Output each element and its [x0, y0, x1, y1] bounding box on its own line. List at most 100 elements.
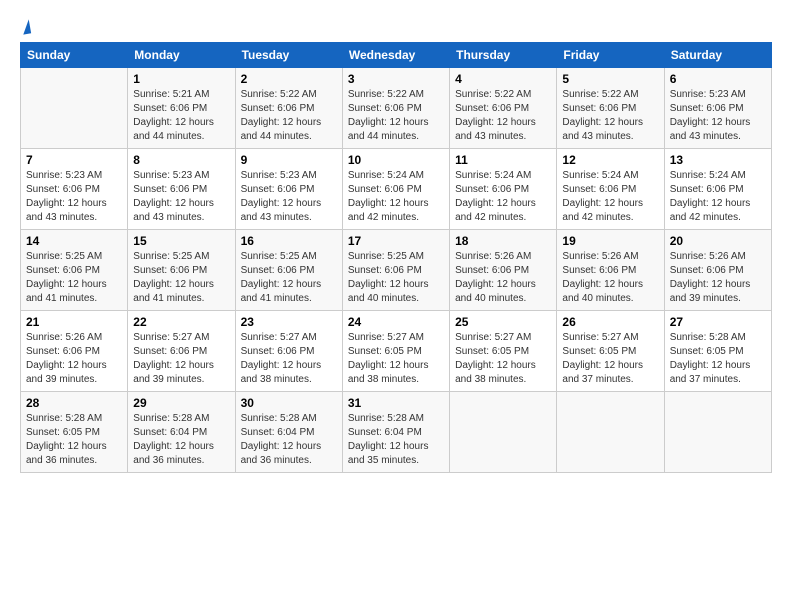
day-number: 8	[133, 153, 229, 167]
calendar-cell: 18 Sunrise: 5:26 AM Sunset: 6:06 PM Dayli…	[450, 230, 557, 311]
calendar-cell: 8 Sunrise: 5:23 AM Sunset: 6:06 PM Daylig…	[128, 149, 235, 230]
day-info: Sunrise: 5:22 AM Sunset: 6:06 PM Dayligh…	[562, 88, 658, 144]
day-number: 26	[562, 315, 658, 329]
day-info: Sunrise: 5:25 AM Sunset: 6:06 PM Dayligh…	[348, 250, 444, 306]
day-number: 10	[348, 153, 444, 167]
day-number: 20	[670, 234, 766, 248]
day-number: 11	[455, 153, 551, 167]
day-info: Sunrise: 5:28 AM Sunset: 6:05 PM Dayligh…	[670, 331, 766, 387]
day-number: 13	[670, 153, 766, 167]
day-number: 17	[348, 234, 444, 248]
calendar-cell	[664, 392, 771, 473]
calendar-cell: 9 Sunrise: 5:23 AM Sunset: 6:06 PM Daylig…	[235, 149, 342, 230]
calendar-week-row: 7 Sunrise: 5:23 AM Sunset: 6:06 PM Daylig…	[21, 149, 772, 230]
calendar-cell: 21 Sunrise: 5:26 AM Sunset: 6:06 PM Dayli…	[21, 311, 128, 392]
calendar-cell: 22 Sunrise: 5:27 AM Sunset: 6:06 PM Dayli…	[128, 311, 235, 392]
day-number: 18	[455, 234, 551, 248]
calendar-cell: 13Sunrise: 5:24 AM Sunset: 6:06 PM Dayli…	[664, 149, 771, 230]
calendar-cell: 7 Sunrise: 5:23 AM Sunset: 6:06 PM Daylig…	[21, 149, 128, 230]
calendar-cell: 27Sunrise: 5:28 AM Sunset: 6:05 PM Dayli…	[664, 311, 771, 392]
day-number: 24	[348, 315, 444, 329]
day-number: 29	[133, 396, 229, 410]
day-number: 9	[241, 153, 337, 167]
logo-bird-icon	[21, 19, 31, 34]
day-info: Sunrise: 5:24 AM Sunset: 6:06 PM Dayligh…	[455, 169, 551, 225]
day-number: 15	[133, 234, 229, 248]
calendar-cell: 1 Sunrise: 5:21 AM Sunset: 6:06 PM Daylig…	[128, 68, 235, 149]
column-header-saturday: Saturday	[664, 43, 771, 68]
day-number: 7	[26, 153, 122, 167]
day-info: Sunrise: 5:26 AM Sunset: 6:06 PM Dayligh…	[26, 331, 122, 387]
calendar-week-row: 21 Sunrise: 5:26 AM Sunset: 6:06 PM Dayli…	[21, 311, 772, 392]
calendar-cell: 24 Sunrise: 5:27 AM Sunset: 6:05 PM Dayli…	[342, 311, 449, 392]
calendar-cell	[21, 68, 128, 149]
day-info: Sunrise: 5:24 AM Sunset: 6:06 PM Dayligh…	[348, 169, 444, 225]
calendar-week-row: 14 Sunrise: 5:25 AM Sunset: 6:06 PM Dayli…	[21, 230, 772, 311]
column-header-tuesday: Tuesday	[235, 43, 342, 68]
day-info: Sunrise: 5:27 AM Sunset: 6:06 PM Dayligh…	[241, 331, 337, 387]
day-number: 23	[241, 315, 337, 329]
column-header-thursday: Thursday	[450, 43, 557, 68]
calendar-cell: 20 Sunrise: 5:26 AM Sunset: 6:06 PM Dayli…	[664, 230, 771, 311]
day-info: Sunrise: 5:28 AM Sunset: 6:04 PM Dayligh…	[348, 412, 444, 468]
day-info: Sunrise: 5:23 AM Sunset: 6:06 PM Dayligh…	[133, 169, 229, 225]
calendar-body: 1 Sunrise: 5:21 AM Sunset: 6:06 PM Daylig…	[21, 68, 772, 473]
calendar-cell: 17 Sunrise: 5:25 AM Sunset: 6:06 PM Dayli…	[342, 230, 449, 311]
day-number: 1	[133, 72, 229, 86]
day-info: Sunrise: 5:22 AM Sunset: 6:06 PM Dayligh…	[241, 88, 337, 144]
day-number: 6	[670, 72, 766, 86]
calendar-cell: 16Sunrise: 5:25 AM Sunset: 6:06 PM Dayli…	[235, 230, 342, 311]
day-info: Sunrise: 5:22 AM Sunset: 6:06 PM Dayligh…	[348, 88, 444, 144]
calendar-cell	[450, 392, 557, 473]
day-info: Sunrise: 5:26 AM Sunset: 6:06 PM Dayligh…	[455, 250, 551, 306]
day-info: Sunrise: 5:27 AM Sunset: 6:06 PM Dayligh…	[133, 331, 229, 387]
day-number: 19	[562, 234, 658, 248]
column-header-monday: Monday	[128, 43, 235, 68]
day-info: Sunrise: 5:22 AM Sunset: 6:06 PM Dayligh…	[455, 88, 551, 144]
day-number: 28	[26, 396, 122, 410]
column-header-wednesday: Wednesday	[342, 43, 449, 68]
day-number: 22	[133, 315, 229, 329]
calendar-cell: 5 Sunrise: 5:22 AM Sunset: 6:06 PM Daylig…	[557, 68, 664, 149]
day-number: 4	[455, 72, 551, 86]
calendar-cell: 29 Sunrise: 5:28 AM Sunset: 6:04 PM Dayli…	[128, 392, 235, 473]
calendar-cell: 12 Sunrise: 5:24 AM Sunset: 6:06 PM Dayli…	[557, 149, 664, 230]
day-info: Sunrise: 5:25 AM Sunset: 6:06 PM Dayligh…	[133, 250, 229, 306]
calendar-cell	[557, 392, 664, 473]
calendar-cell: 30 Sunrise: 5:28 AM Sunset: 6:04 PM Dayli…	[235, 392, 342, 473]
day-number: 14	[26, 234, 122, 248]
day-info: Sunrise: 5:23 AM Sunset: 6:06 PM Dayligh…	[670, 88, 766, 144]
calendar-cell: 2 Sunrise: 5:22 AM Sunset: 6:06 PM Daylig…	[235, 68, 342, 149]
calendar-cell: 11 Sunrise: 5:24 AM Sunset: 6:06 PM Dayli…	[450, 149, 557, 230]
logo	[20, 20, 30, 34]
column-header-friday: Friday	[557, 43, 664, 68]
day-info: Sunrise: 5:27 AM Sunset: 6:05 PM Dayligh…	[455, 331, 551, 387]
day-number: 21	[26, 315, 122, 329]
day-number: 25	[455, 315, 551, 329]
day-number: 2	[241, 72, 337, 86]
calendar-cell: 19 Sunrise: 5:26 AM Sunset: 6:06 PM Dayli…	[557, 230, 664, 311]
day-number: 12	[562, 153, 658, 167]
calendar-cell: 15 Sunrise: 5:25 AM Sunset: 6:06 PM Dayli…	[128, 230, 235, 311]
calendar-cell: 25 Sunrise: 5:27 AM Sunset: 6:05 PM Dayli…	[450, 311, 557, 392]
day-info: Sunrise: 5:27 AM Sunset: 6:05 PM Dayligh…	[348, 331, 444, 387]
day-info: Sunrise: 5:28 AM Sunset: 6:04 PM Dayligh…	[133, 412, 229, 468]
calendar-cell: 4 Sunrise: 5:22 AM Sunset: 6:06 PM Daylig…	[450, 68, 557, 149]
calendar-cell: 28 Sunrise: 5:28 AM Sunset: 6:05 PM Dayli…	[21, 392, 128, 473]
day-info: Sunrise: 5:28 AM Sunset: 6:04 PM Dayligh…	[241, 412, 337, 468]
day-number: 31	[348, 396, 444, 410]
day-info: Sunrise: 5:26 AM Sunset: 6:06 PM Dayligh…	[670, 250, 766, 306]
calendar-cell: 6 Sunrise: 5:23 AM Sunset: 6:06 PM Daylig…	[664, 68, 771, 149]
day-info: Sunrise: 5:23 AM Sunset: 6:06 PM Dayligh…	[26, 169, 122, 225]
calendar-header-row: SundayMondayTuesdayWednesdayThursdayFrid…	[21, 43, 772, 68]
calendar-cell: 10 Sunrise: 5:24 AM Sunset: 6:06 PM Dayli…	[342, 149, 449, 230]
day-info: Sunrise: 5:28 AM Sunset: 6:05 PM Dayligh…	[26, 412, 122, 468]
day-info: Sunrise: 5:21 AM Sunset: 6:06 PM Dayligh…	[133, 88, 229, 144]
day-info: Sunrise: 5:24 AM Sunset: 6:06 PM Dayligh…	[562, 169, 658, 225]
day-info: Sunrise: 5:23 AM Sunset: 6:06 PM Dayligh…	[241, 169, 337, 225]
calendar-cell: 23 Sunrise: 5:27 AM Sunset: 6:06 PM Dayli…	[235, 311, 342, 392]
day-number: 5	[562, 72, 658, 86]
day-number: 30	[241, 396, 337, 410]
day-number: 3	[348, 72, 444, 86]
day-info: Sunrise: 5:26 AM Sunset: 6:06 PM Dayligh…	[562, 250, 658, 306]
